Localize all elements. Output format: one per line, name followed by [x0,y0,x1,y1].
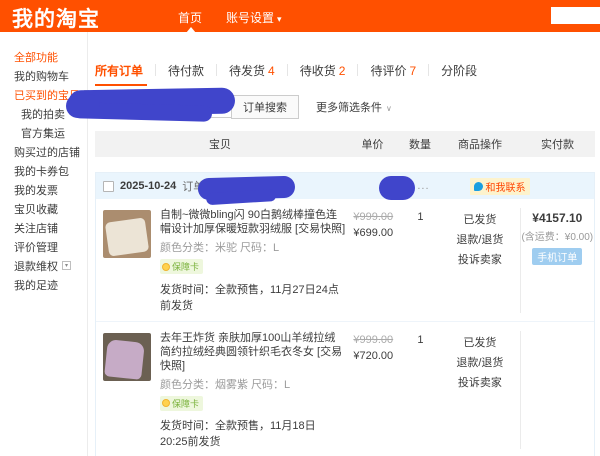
chevron-down-icon: ∨ [386,104,392,113]
warranty-icon [162,263,170,271]
contact-seller-badge[interactable]: 和我联系 [470,178,530,195]
sidebar-item-all-functions[interactable]: 全部功能 [0,47,87,66]
warranty-card-badge: 保障卡 [160,396,203,411]
product-sku: 颜色分类：米驼 尺码：L [160,239,346,255]
redaction-scribble [198,176,296,201]
order-item-row: 自制~微微bling闪 90白鹅绒棒撞色连帽设计加厚保暖短款羽绒服 [交易快照]… [96,199,594,321]
refund-link[interactable]: 退款/退货 [440,231,519,247]
tab-pending-receipt[interactable]: 待收货2 [288,62,358,79]
wangwang-icon [474,182,483,191]
order-date: 2025-10-24 [120,180,176,192]
actions-cell: 已发货 退款/退货 投诉卖家 [440,331,519,450]
order-checkbox[interactable] [103,181,114,192]
refund-link[interactable]: 退款/退货 [440,354,519,370]
col-header-unit-price: 单价 [345,136,400,152]
complain-seller-link[interactable]: 投诉卖家 [440,374,519,390]
paid-amount-cell [520,331,594,450]
tab-all-orders[interactable]: 所有订单 [95,62,155,79]
sidebar-item-shops-bought[interactable]: 购买过的店铺 [0,142,87,161]
tab-count-badge: 2 [339,64,346,78]
col-header-paid-amount: 实付款 [520,136,595,152]
product-cell: 自制~微微bling闪 90白鹅绒棒撞色连帽设计加厚保暖短款羽绒服 [交易快照]… [96,208,346,313]
sidebar-item-refund-rights[interactable]: 退款维权▾ [0,256,87,275]
table-header: 宝贝 单价 数量 商品操作 实付款 [95,131,595,157]
product-sku: 颜色分类：烟雾紫 尺码：L [160,376,346,392]
mobile-order-badge: 手机订单 [532,248,582,265]
sidebar-item-followed-shops[interactable]: 关注店铺 [0,218,87,237]
sidebar-item-footprints[interactable]: 我的足迹 [0,275,87,294]
tab-pending-payment[interactable]: 待付款 [156,62,216,79]
shipping-fee-note: (含运费：¥0.00) [521,228,594,243]
taobao-logo[interactable]: 我的淘宝 [12,3,100,33]
nav-account-settings[interactable]: 账号设置▾ [226,9,282,26]
sidebar-item-invoices[interactable]: 我的发票 [0,180,87,199]
original-price: ¥999.00 [346,334,401,346]
product-image[interactable] [103,210,151,258]
blurred-region [551,7,600,24]
paid-amount-cell: ¥4157.10 (含运费：¥0.00) 手机订单 [520,208,594,313]
active-nav-pointer [186,22,196,33]
paid-amount: ¥4157.10 [521,211,594,225]
unit-price-cell: ¥999.00 ¥720.00 [346,331,401,450]
redaction-scribble [379,176,415,200]
original-price: ¥999.00 [346,211,401,223]
tab-count-badge: 4 [268,64,275,78]
warranty-icon [162,399,170,407]
current-price: ¥699.00 [346,227,401,239]
col-header-item-actions: 商品操作 [440,136,520,152]
app-header: 我的淘宝 首页 账号设置▾ [0,0,600,32]
tab-count-badge: 7 [409,64,416,78]
product-title-link[interactable]: 自制~微微bling闪 90白鹅绒棒撞色连帽设计加厚保暖短款羽绒服 [交易快照] [160,208,346,236]
tab-pending-shipment[interactable]: 待发货4 [217,62,287,79]
quantity-cell: 1 [401,208,441,313]
actions-cell: 已发货 退款/退货 投诉卖家 [440,208,519,313]
product-info: 自制~微微bling闪 90白鹅绒棒撞色连帽设计加厚保暖短款羽绒服 [交易快照]… [160,208,346,313]
warranty-card-badge: 保障卡 [160,259,203,274]
quantity-cell: 1 [401,331,441,450]
tab-pending-review[interactable]: 待评价7 [358,62,428,79]
current-price: ¥720.00 [346,350,401,362]
order-item-row: 去年王炸货 亲肤加厚100山羊绒拉绒简约拉绒经典圆领针织毛衣冬女 [交易快照] … [96,321,594,456]
more-filters-link[interactable]: 更多筛选条件∨ [316,99,392,115]
unit-price-cell: ¥999.00 ¥699.00 [346,208,401,313]
product-title-link[interactable]: 去年王炸货 亲肤加厚100山羊绒拉绒简约拉绒经典圆领针织毛衣冬女 [交易快照] [160,331,346,373]
redaction-scribble [66,94,100,118]
order-tabs: 所有订单 待付款 待发货4 待收货2 待评价7 分阶段 [95,59,600,81]
sidebar-item-favorites[interactable]: 宝贝收藏 [0,199,87,218]
product-image[interactable] [103,333,151,381]
shipping-time: 发货时间：全款预售，11月18日 20:25前发货 [160,417,346,449]
complain-seller-link[interactable]: 投诉卖家 [440,251,519,267]
sidebar-item-coupons[interactable]: 我的卡券包 [0,161,87,180]
order-group: 2025-10-24 订单号: ... 和我联系 自制~微微bling闪 90白… [95,172,595,456]
sidebar-item-cart[interactable]: 我的购物车 [0,66,87,85]
col-header-item: 宝贝 [95,136,345,152]
tab-staged[interactable]: 分阶段 [429,62,489,79]
product-cell: 去年王炸货 亲肤加厚100山羊绒拉绒简约拉绒经典圆领针织毛衣冬女 [交易快照] … [96,331,346,450]
shipping-time: 发货时间：全款预售，11月27日24点前发货 [160,281,346,313]
expand-icon[interactable]: ▾ [62,261,71,270]
product-info: 去年王炸货 亲肤加厚100山羊绒拉绒简约拉绒经典圆领针织毛衣冬女 [交易快照] … [160,331,346,450]
shipment-status: 已发货 [440,334,519,350]
order-group-header: 2025-10-24 订单号: ... 和我联系 [96,173,594,199]
buyer-name-ellipsis: ... [417,180,429,192]
sidebar-item-consolidation[interactable]: 官方集运 [0,123,87,142]
order-search-button[interactable]: 订单搜索 [231,95,299,119]
sidebar-item-reviews[interactable]: 评价管理 [0,237,87,256]
col-header-quantity: 数量 [400,136,440,152]
my-taobao-page: 我的淘宝 首页 账号设置▾ 全部功能 我的购物车 已买到的宝贝▴ 我的拍卖 官方… [0,0,600,456]
shipment-status: 已发货 [440,211,519,227]
chevron-down-icon: ▾ [277,14,282,24]
